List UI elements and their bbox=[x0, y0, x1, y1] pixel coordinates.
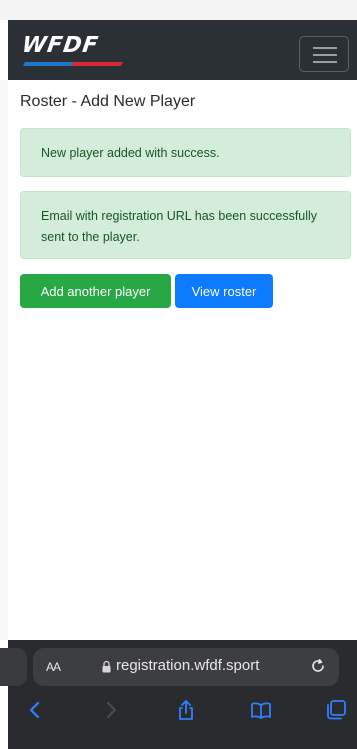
success-alert-email-sent: Email with registration URL has been suc… bbox=[20, 191, 351, 259]
alert-text: Email with registration URL has been suc… bbox=[41, 209, 318, 244]
add-another-player-button[interactable]: Add another player bbox=[20, 274, 171, 308]
view-roster-button[interactable]: View roster bbox=[175, 274, 273, 308]
url-text[interactable]: registration.wfdf.sport bbox=[116, 657, 259, 674]
page-title: Roster - Add New Player bbox=[20, 93, 196, 110]
reader-options-button[interactable]: AA bbox=[46, 660, 61, 674]
navbar-toggle-button[interactable] bbox=[299, 36, 349, 72]
bookmarks-icon[interactable] bbox=[250, 699, 272, 721]
logo-text: WFDF bbox=[20, 33, 101, 58]
hamburger-icon bbox=[313, 47, 337, 49]
share-icon[interactable] bbox=[175, 699, 197, 721]
reload-icon[interactable] bbox=[310, 658, 326, 674]
hamburger-icon bbox=[313, 54, 337, 56]
previous-tab-preview[interactable] bbox=[0, 648, 27, 686]
hamburger-icon bbox=[313, 61, 337, 63]
navbar: WFDF bbox=[8, 20, 357, 80]
logo-stripe-blue bbox=[22, 62, 78, 66]
logo-stripe-red bbox=[70, 62, 124, 66]
tabs-icon[interactable] bbox=[325, 699, 347, 721]
forward-icon[interactable] bbox=[100, 699, 122, 721]
lock-icon bbox=[102, 660, 111, 673]
success-alert-player-added: New player added with success. bbox=[20, 128, 351, 177]
wfdf-logo[interactable]: WFDF bbox=[20, 33, 124, 67]
screen: WFDF Roster - Add New Player New player … bbox=[0, 0, 357, 749]
status-bar bbox=[0, 0, 357, 20]
alert-text: New player added with success. bbox=[41, 146, 220, 160]
left-edge-strip bbox=[0, 80, 8, 640]
back-icon[interactable] bbox=[24, 699, 46, 721]
